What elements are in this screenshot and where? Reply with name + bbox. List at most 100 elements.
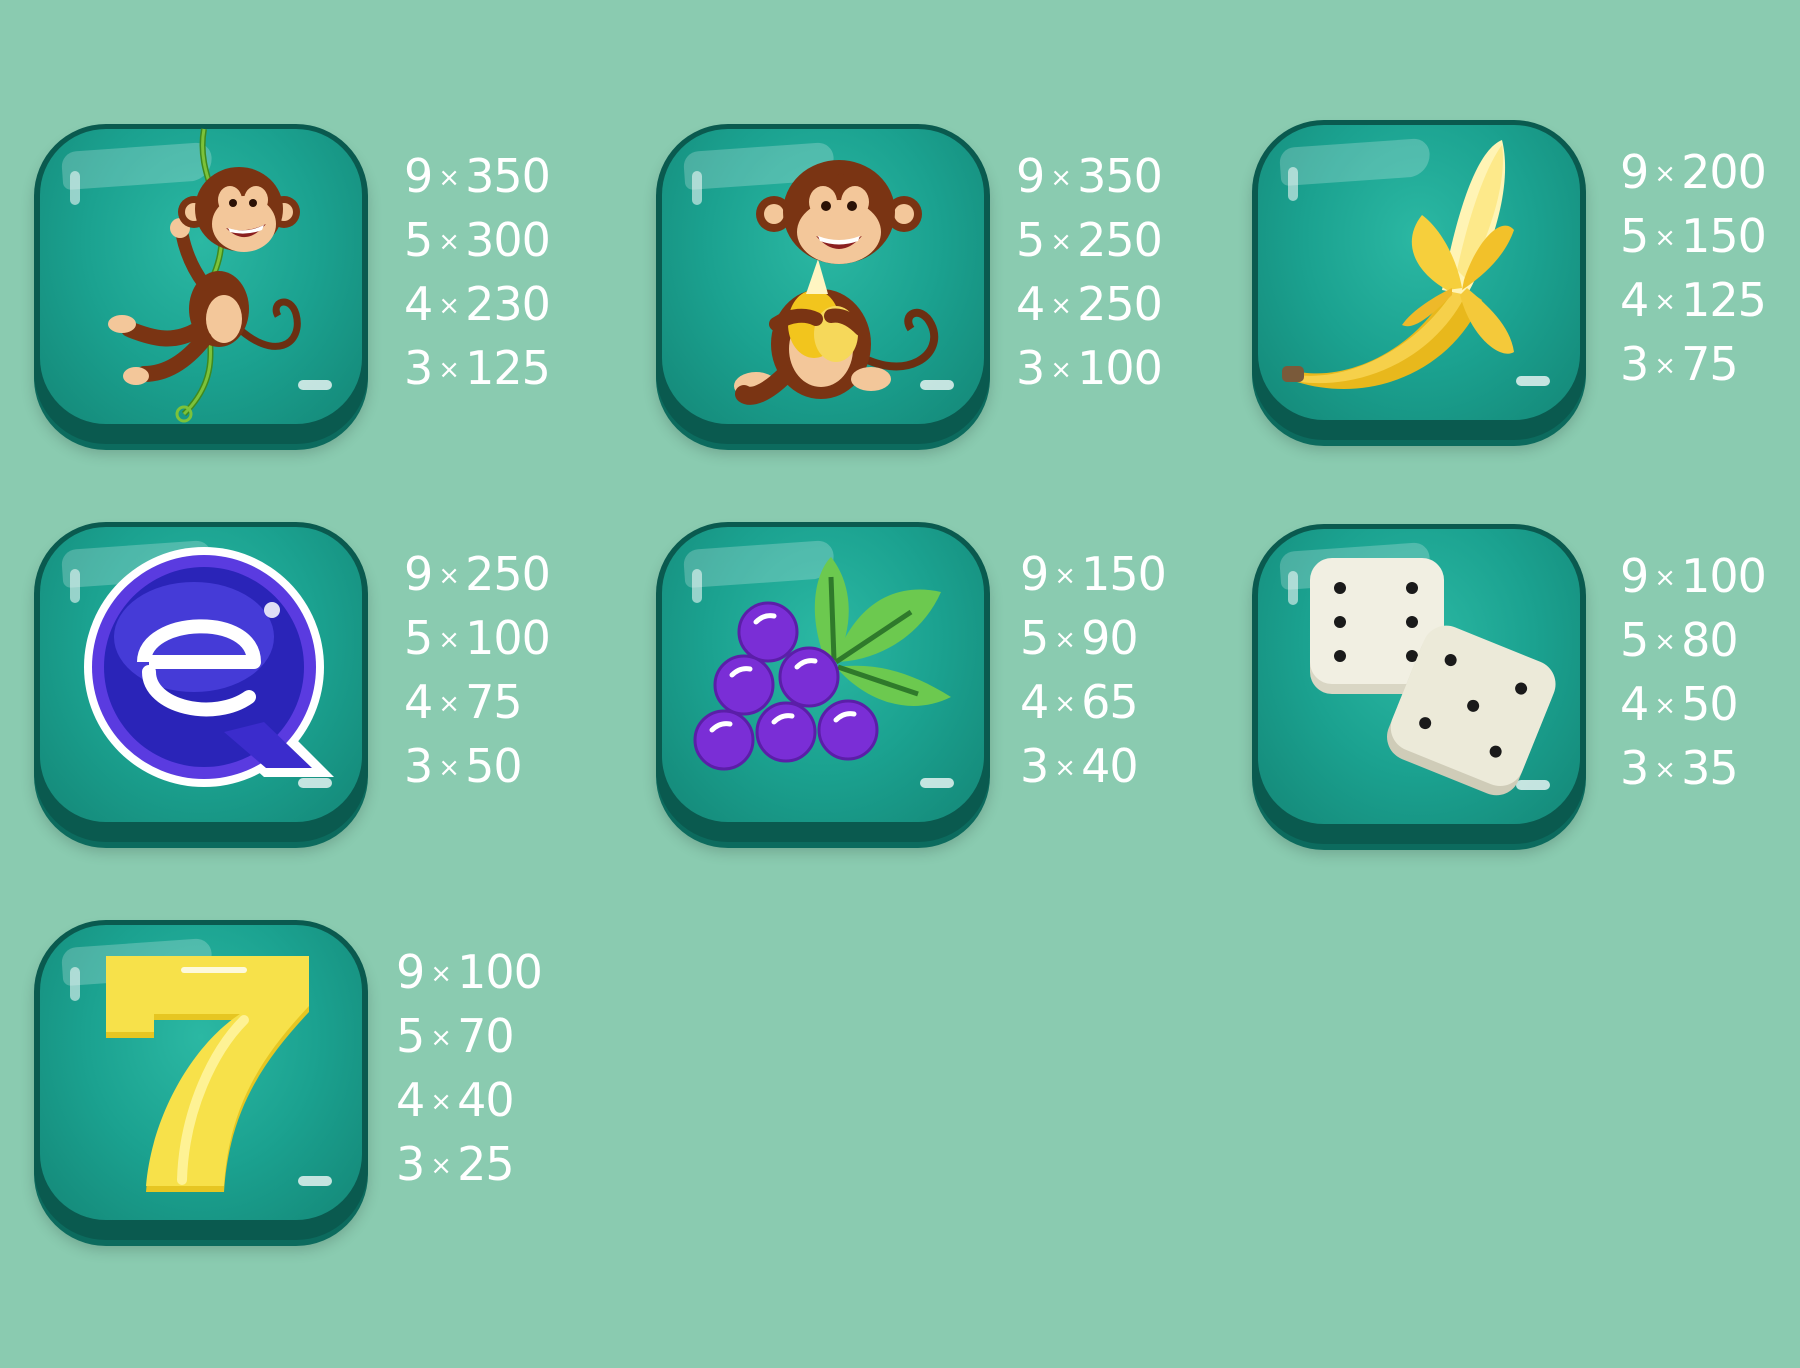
pay-line: 4 × 50	[1620, 672, 1800, 736]
pay-count: 3	[404, 739, 433, 793]
pay-line: 5 × 80	[1620, 608, 1800, 672]
symbol-tile	[34, 920, 368, 1240]
multiply-sign: ×	[430, 1086, 452, 1117]
multiply-sign: ×	[1050, 162, 1072, 193]
pay-line: 9 × 100	[396, 940, 586, 1004]
paytable: 9 × 350 5 × 300 4 × 230 3 × 125	[404, 144, 594, 400]
multiply-sign: ×	[1054, 624, 1076, 655]
pay-line: 5 × 90	[1020, 606, 1210, 670]
pay-count: 4	[396, 1073, 425, 1127]
multiply-sign: ×	[1054, 752, 1076, 783]
pay-count: 5	[1620, 209, 1649, 263]
multiply-sign: ×	[438, 624, 460, 655]
pay-count: 5	[404, 611, 433, 665]
pay-line: 9 × 200	[1620, 140, 1800, 204]
pay-line: 9 × 350	[404, 144, 594, 208]
symbol-q: 9 × 250 5 × 100 4 × 75 3 × 50	[34, 522, 594, 862]
paytable: 9 × 100 5 × 80 4 × 50 3 × 35	[1620, 544, 1800, 800]
pay-count: 4	[1620, 677, 1649, 731]
multiply-sign: ×	[1654, 222, 1676, 253]
pay-line: 3 × 75	[1620, 332, 1800, 396]
symbol-banana: 9 × 200 5 × 150 4 × 125 3 × 75	[1252, 120, 1800, 460]
multiply-sign: ×	[1654, 286, 1676, 317]
pay-amount: 150	[1681, 209, 1767, 263]
symbol-monkey-swing: 9 × 350 5 × 300 4 × 230 3 × 125	[34, 124, 594, 464]
symbol-tile	[34, 124, 368, 444]
swinging-monkey-icon	[108, 128, 301, 423]
pay-count: 4	[1620, 273, 1649, 327]
pay-line: 5 × 250	[1016, 208, 1206, 272]
pay-count: 5	[1020, 611, 1049, 665]
pay-line: 5 × 300	[404, 208, 594, 272]
multiply-sign: ×	[1654, 158, 1676, 189]
pay-amount: 90	[1081, 611, 1139, 665]
pay-amount: 200	[1681, 145, 1767, 199]
multiply-sign: ×	[438, 226, 460, 257]
multiply-sign: ×	[438, 354, 460, 385]
pay-amount: 70	[457, 1009, 515, 1063]
pay-count: 9	[1620, 145, 1649, 199]
pay-amount: 40	[1081, 739, 1139, 793]
grapes-icon	[693, 557, 951, 771]
pay-line: 3 × 100	[1016, 336, 1206, 400]
multiply-sign: ×	[438, 752, 460, 783]
symbol-seven: 9 × 100 5 × 70 4 × 40 3 × 25	[34, 920, 594, 1260]
pay-count: 9	[1020, 547, 1049, 601]
multiply-sign: ×	[438, 290, 460, 321]
pay-count: 4	[404, 277, 433, 331]
multiply-sign: ×	[1654, 350, 1676, 381]
symbol-dice: 9 × 100 5 × 80 4 × 50 3 × 35	[1252, 524, 1800, 864]
multiply-sign: ×	[1054, 560, 1076, 591]
multiply-sign: ×	[1654, 562, 1676, 593]
pay-amount: 250	[1077, 277, 1163, 331]
pay-amount: 50	[465, 739, 523, 793]
pay-line: 4 × 65	[1020, 670, 1210, 734]
pay-line: 5 × 70	[396, 1004, 586, 1068]
multiply-sign: ×	[1050, 290, 1072, 321]
pay-line: 3 × 50	[404, 734, 594, 798]
pay-amount: 350	[1077, 149, 1163, 203]
pay-amount: 150	[1081, 547, 1167, 601]
paytable: 9 × 150 5 × 90 4 × 65 3 × 40	[1020, 542, 1210, 798]
pay-amount: 35	[1681, 741, 1739, 795]
pay-line: 3 × 40	[1020, 734, 1210, 798]
pay-amount: 80	[1681, 613, 1739, 667]
pay-count: 3	[396, 1137, 425, 1191]
pay-count: 9	[404, 547, 433, 601]
pay-line: 4 × 40	[396, 1068, 586, 1132]
pay-amount: 75	[465, 675, 523, 729]
banana-icon	[1282, 140, 1514, 390]
symbol-tile	[34, 522, 368, 842]
pay-count: 3	[404, 341, 433, 395]
multiply-sign: ×	[1054, 688, 1076, 719]
pay-count: 9	[404, 149, 433, 203]
pay-amount: 25	[457, 1137, 515, 1191]
multiply-sign: ×	[430, 958, 452, 989]
pay-count: 4	[1020, 675, 1049, 729]
multiply-sign: ×	[1050, 354, 1072, 385]
pay-amount: 100	[465, 611, 551, 665]
multiply-sign: ×	[438, 560, 460, 591]
pay-count: 5	[1620, 613, 1649, 667]
multiply-sign: ×	[430, 1150, 452, 1181]
pay-line: 4 × 230	[404, 272, 594, 336]
pay-line: 9 × 250	[404, 542, 594, 606]
pay-count: 9	[1620, 549, 1649, 603]
multiply-sign: ×	[1050, 226, 1072, 257]
pay-count: 3	[1016, 341, 1045, 395]
pay-line: 4 × 125	[1620, 268, 1800, 332]
pay-count: 5	[404, 213, 433, 267]
multiply-sign: ×	[438, 162, 460, 193]
pay-count: 5	[1016, 213, 1045, 267]
pay-count: 4	[1016, 277, 1045, 331]
symbol-tile	[1252, 120, 1586, 440]
dice-icon	[1310, 558, 1556, 796]
symbol-tile	[656, 124, 990, 444]
symbol-monkey-banana: 9 × 350 5 × 250 4 × 250 3 × 100	[656, 124, 1216, 464]
paytable: 9 × 350 5 × 250 4 × 250 3 × 100	[1016, 144, 1206, 400]
pay-amount: 75	[1681, 337, 1739, 391]
pay-count: 5	[396, 1009, 425, 1063]
pay-line: 9 × 350	[1016, 144, 1206, 208]
pay-amount: 230	[465, 277, 551, 331]
pay-line: 4 × 250	[1016, 272, 1206, 336]
